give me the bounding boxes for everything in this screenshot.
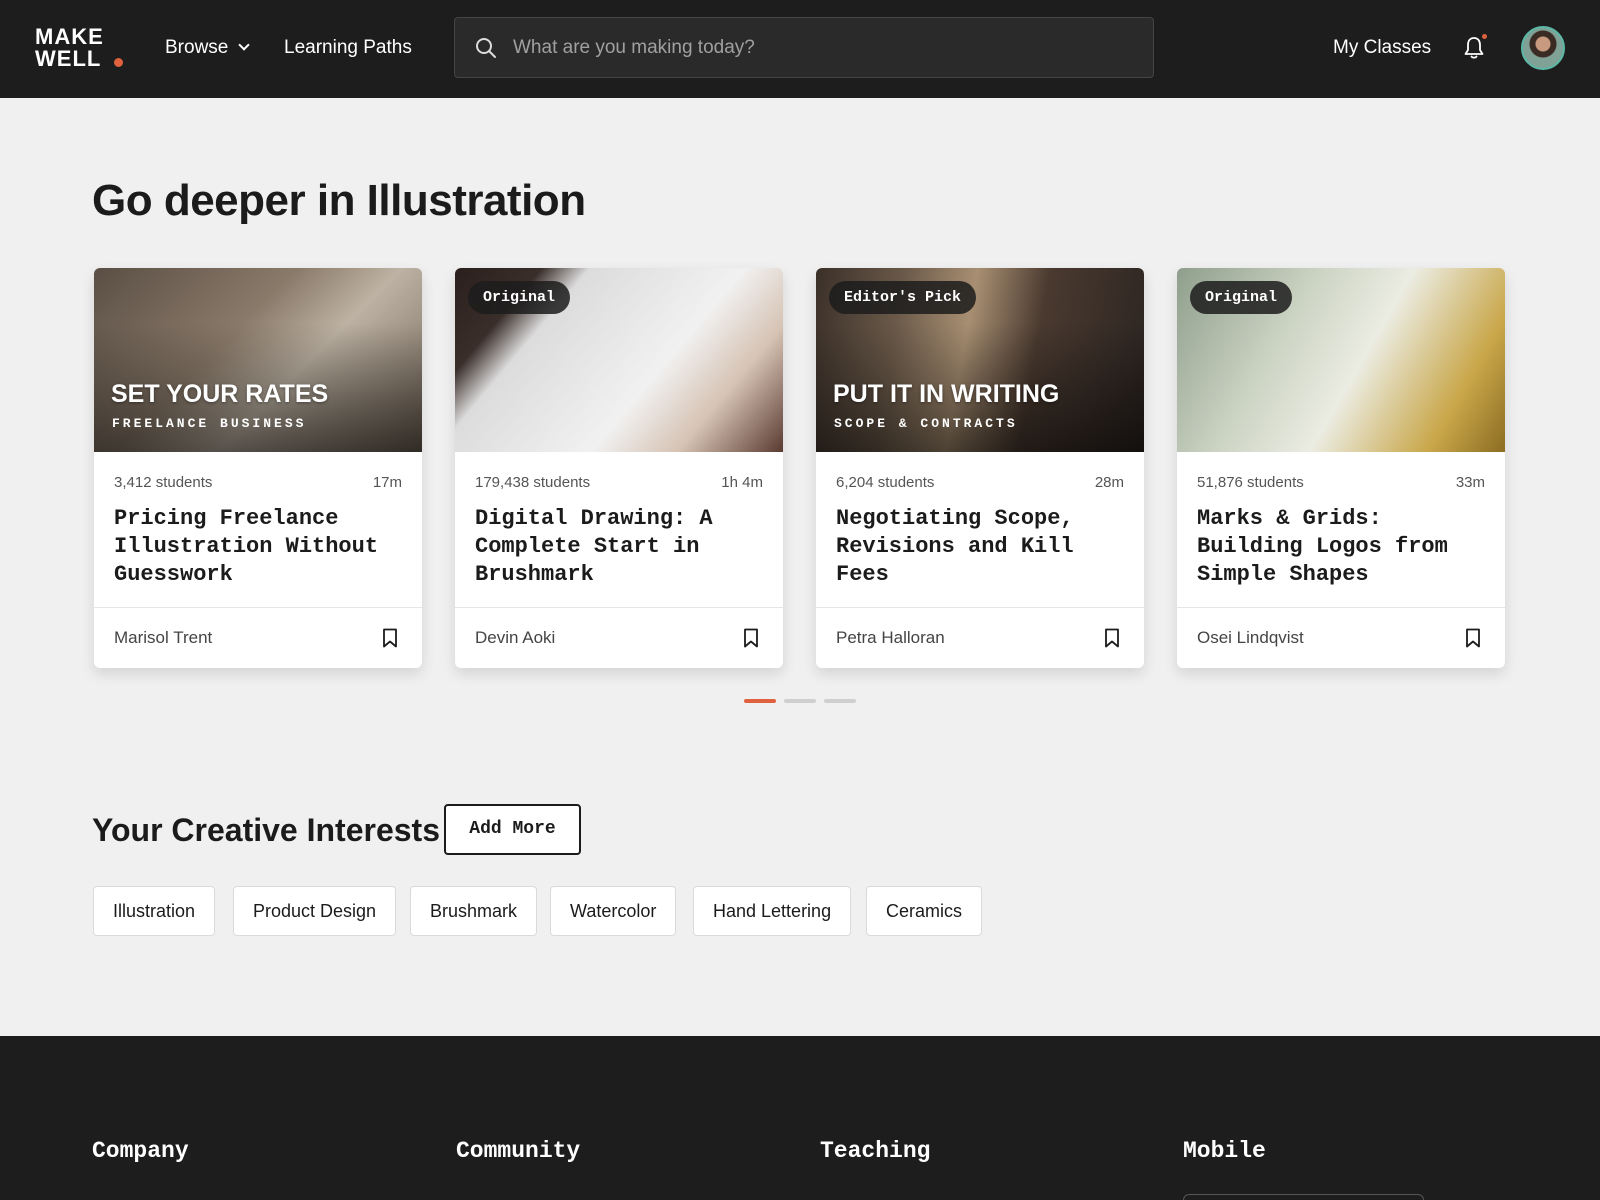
section-title-creative-interests: Your Creative Interests [92, 812, 440, 848]
interest-chip[interactable]: Ceramics [866, 886, 983, 936]
section-title-go-deeper: Go deeper in Illustration [92, 176, 586, 225]
thumbnail-overlay-title: SET YOUR RATES [111, 380, 329, 408]
class-duration: 28m [1094, 474, 1124, 491]
class-duration: 1h 4m [721, 474, 763, 491]
thumbnail-overlay-subtitle: SCOPE & CONTRACTS [834, 416, 1018, 431]
top-navigation-bar: MAKE WELL Browse Learning Paths My Class… [0, 0, 1600, 98]
card-divider [1177, 607, 1505, 608]
teacher-name[interactable]: Petra Halloran [836, 628, 945, 648]
carousel-indicator-1[interactable] [744, 699, 776, 703]
bookmark-icon[interactable] [1465, 628, 1481, 648]
card-divider [455, 607, 783, 608]
class-duration: 33m [1455, 474, 1485, 491]
footer-heading-mobile: Mobile [1183, 1138, 1266, 1164]
student-count: 6,204 students [836, 474, 935, 491]
makewell-logo[interactable]: MAKE WELL [35, 26, 125, 72]
search-icon [476, 38, 496, 58]
carousel-indicator-2[interactable] [784, 699, 816, 703]
student-count: 179,438 students [475, 474, 591, 491]
browse-label: Browse [165, 37, 229, 58]
carousel-indicator-3[interactable] [824, 699, 856, 703]
notifications-button[interactable] [1462, 34, 1487, 61]
original-badge: Original [1190, 281, 1293, 314]
interest-chip[interactable]: Hand Lettering [693, 886, 852, 936]
search-input[interactable] [513, 28, 1123, 68]
bell-icon [1464, 37, 1484, 59]
class-card[interactable]: Original 179,438 students 1h 4m Digital … [455, 268, 783, 668]
class-title[interactable]: Pricing Freelance Illustration Without G… [114, 505, 410, 589]
thumbnail-overlay-subtitle: FREELANCE BUSINESS [112, 416, 307, 431]
interest-chip[interactable]: Brushmark [410, 886, 538, 936]
interest-chip[interactable]: Illustration [93, 886, 216, 936]
interest-chip[interactable]: Product Design [233, 886, 397, 936]
interest-chip[interactable]: Watercolor [550, 886, 677, 936]
teacher-name[interactable]: Marisol Trent [114, 628, 212, 648]
chevron-down-icon [238, 39, 251, 51]
class-title[interactable]: Marks & Grids: Building Logos from Simpl… [1197, 505, 1493, 589]
my-classes-link[interactable]: My Classes [1333, 36, 1431, 60]
learning-paths-link[interactable]: Learning Paths [284, 36, 412, 60]
footer-heading-teaching: Teaching [820, 1138, 931, 1164]
card-divider [94, 607, 422, 608]
site-footer: Company Community Teaching Mobile [0, 1036, 1600, 1200]
class-thumbnail: Original [455, 268, 783, 452]
bookmark-icon[interactable] [382, 628, 398, 648]
card-divider [816, 607, 1144, 608]
app-store-badge[interactable] [1183, 1194, 1424, 1200]
class-title[interactable]: Digital Drawing: A Complete Start in Bru… [475, 505, 771, 589]
footer-heading-community: Community [456, 1138, 581, 1164]
student-count: 3,412 students [114, 474, 213, 491]
class-card[interactable]: Original 51,876 students 33m Marks & Gri… [1177, 268, 1505, 668]
class-card[interactable]: SET YOUR RATES FREELANCE BUSINESS 3,412 … [94, 268, 422, 668]
editors-pick-badge: Editor's Pick [829, 281, 977, 314]
original-badge: Original [468, 281, 571, 314]
notification-dot [1482, 34, 1487, 39]
student-count: 51,876 students [1197, 474, 1304, 491]
bookmark-icon[interactable] [743, 628, 759, 648]
class-thumbnail: Original [1177, 268, 1505, 452]
add-more-button[interactable]: Add More [444, 804, 581, 855]
thumbnail-overlay-title: PUT IT IN WRITING [833, 380, 1060, 408]
class-title[interactable]: Negotiating Scope, Revisions and Kill Fe… [836, 505, 1132, 589]
logo-dot-icon [114, 58, 123, 67]
class-duration: 17m [372, 474, 402, 491]
teacher-name[interactable]: Devin Aoki [475, 628, 555, 648]
class-thumbnail: SET YOUR RATES FREELANCE BUSINESS [94, 268, 422, 452]
bookmark-icon[interactable] [1104, 628, 1120, 648]
avatar[interactable] [1521, 26, 1565, 70]
logo-line-2: WELL [35, 46, 102, 71]
class-card[interactable]: Editor's Pick PUT IT IN WRITING SCOPE & … [816, 268, 1144, 668]
browse-menu-button[interactable]: Browse [165, 36, 251, 60]
search-bar[interactable] [454, 17, 1154, 78]
footer-heading-company: Company [92, 1138, 189, 1164]
class-thumbnail: Editor's Pick PUT IT IN WRITING SCOPE & … [816, 268, 1144, 452]
teacher-name[interactable]: Osei Lindqvist [1197, 628, 1304, 648]
